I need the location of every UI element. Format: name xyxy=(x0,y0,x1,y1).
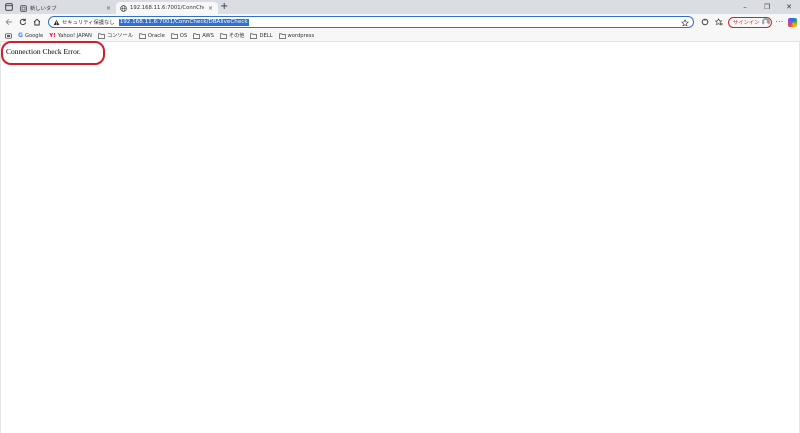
bookmark-apps[interactable] xyxy=(5,32,12,39)
google-icon: G xyxy=(18,32,23,39)
maximize-button[interactable]: ❐ xyxy=(756,0,778,14)
signin-label: サインイン xyxy=(733,20,760,26)
folder-icon xyxy=(193,33,201,39)
bookmark-yahoo[interactable]: Y! Yahoo! JAPAN xyxy=(49,33,92,39)
globe-icon xyxy=(120,4,127,12)
bookmark-folder-wordpress[interactable]: wordpress xyxy=(278,32,315,39)
bookmark-label: Oracle xyxy=(147,32,165,39)
url-input[interactable]: 192.168.11.6:7001/ConnCheck/DBAliveCheck xyxy=(118,18,249,26)
page-content: Connection Check Error. xyxy=(0,41,800,433)
copilot-icon[interactable] xyxy=(787,17,797,27)
reload-icon xyxy=(19,18,27,26)
address-bar[interactable]: セキュリティ保護なし 192.168.11.6:7001/ConnCheck/D… xyxy=(48,16,694,28)
bookmark-folder-dell[interactable]: DELL xyxy=(250,32,273,39)
favorite-star-icon[interactable] xyxy=(681,18,689,27)
avatar xyxy=(761,18,770,26)
bookmark-folder-os[interactable]: OS xyxy=(170,32,188,39)
signin-button[interactable]: サインイン xyxy=(728,16,772,28)
tab-conncheck[interactable]: 192.168.11.6:7001/ConnCheck/DI × xyxy=(116,2,218,14)
bookmark-label: コンソール xyxy=(106,33,133,39)
folder-icon xyxy=(278,33,286,39)
tab-strip: 新しいタブ × 192.168.11.6:7001/ConnCheck/DI ×… xyxy=(0,0,800,14)
bookmark-folder-console[interactable]: コンソール xyxy=(98,32,133,39)
bookmark-google[interactable]: G Google xyxy=(18,32,43,39)
bookmark-label: wordpress xyxy=(287,32,315,39)
bookmark-folder-aws[interactable]: AWS xyxy=(193,33,214,39)
home-icon xyxy=(33,18,41,26)
minimize-button[interactable]: – xyxy=(734,0,756,14)
tab-new-tab[interactable]: 新しいタブ × xyxy=(16,2,116,14)
more-menu-button[interactable]: ··· xyxy=(776,18,784,26)
bookmark-folder-other[interactable]: その他 xyxy=(219,32,245,39)
bookmark-label: DELL xyxy=(259,32,273,39)
bookmark-label: OS xyxy=(179,32,188,39)
refresh-circle-icon xyxy=(701,18,709,26)
close-window-button[interactable]: ✕ xyxy=(778,0,800,14)
yahoo-icon: Y! xyxy=(49,32,56,39)
tab-actions-button[interactable] xyxy=(4,2,14,12)
back-button[interactable] xyxy=(4,17,14,27)
extensions-button[interactable] xyxy=(700,17,710,27)
favorites-icon xyxy=(715,18,723,26)
reload-button[interactable] xyxy=(18,17,28,27)
favorites-button[interactable] xyxy=(714,17,724,27)
tab-title: 192.168.11.6:7001/ConnCheck/DI xyxy=(130,5,204,11)
tab-close-icon[interactable]: × xyxy=(105,5,112,12)
browser-toolbar: セキュリティ保護なし 192.168.11.6:7001/ConnCheck/D… xyxy=(0,14,800,30)
folder-icon xyxy=(219,33,227,39)
bookmarks-bar: G Google Y! Yahoo! JAPAN コンソール Oracle OS… xyxy=(0,30,800,42)
bookmark-folder-oracle[interactable]: Oracle xyxy=(139,33,165,39)
new-tab-page-icon xyxy=(20,4,27,12)
bookmark-label: Yahoo! JAPAN xyxy=(57,32,92,39)
bookmark-label: その他 xyxy=(228,33,245,39)
tab-close-icon[interactable]: × xyxy=(207,5,214,12)
security-status-label[interactable]: セキュリティ保護なし xyxy=(62,18,115,26)
bookmark-label: AWS xyxy=(202,32,214,39)
highlight-annotation xyxy=(1,41,105,65)
toolbar-actions: サインイン ··· xyxy=(700,16,797,28)
tab-title: 新しいタブ xyxy=(30,6,57,12)
folder-icon xyxy=(250,33,258,39)
tab-actions-icon xyxy=(5,3,13,11)
bookmark-label: Google xyxy=(24,32,44,39)
folder-icon xyxy=(139,33,146,39)
app-icon xyxy=(5,32,12,39)
folder-icon xyxy=(98,33,105,39)
arrow-left-icon xyxy=(5,18,12,26)
warning-icon[interactable] xyxy=(53,19,60,26)
folder-icon xyxy=(170,33,178,39)
home-button[interactable] xyxy=(32,17,42,27)
window-controls: – ❐ ✕ xyxy=(734,0,800,14)
new-tab-button[interactable]: + xyxy=(220,1,228,13)
